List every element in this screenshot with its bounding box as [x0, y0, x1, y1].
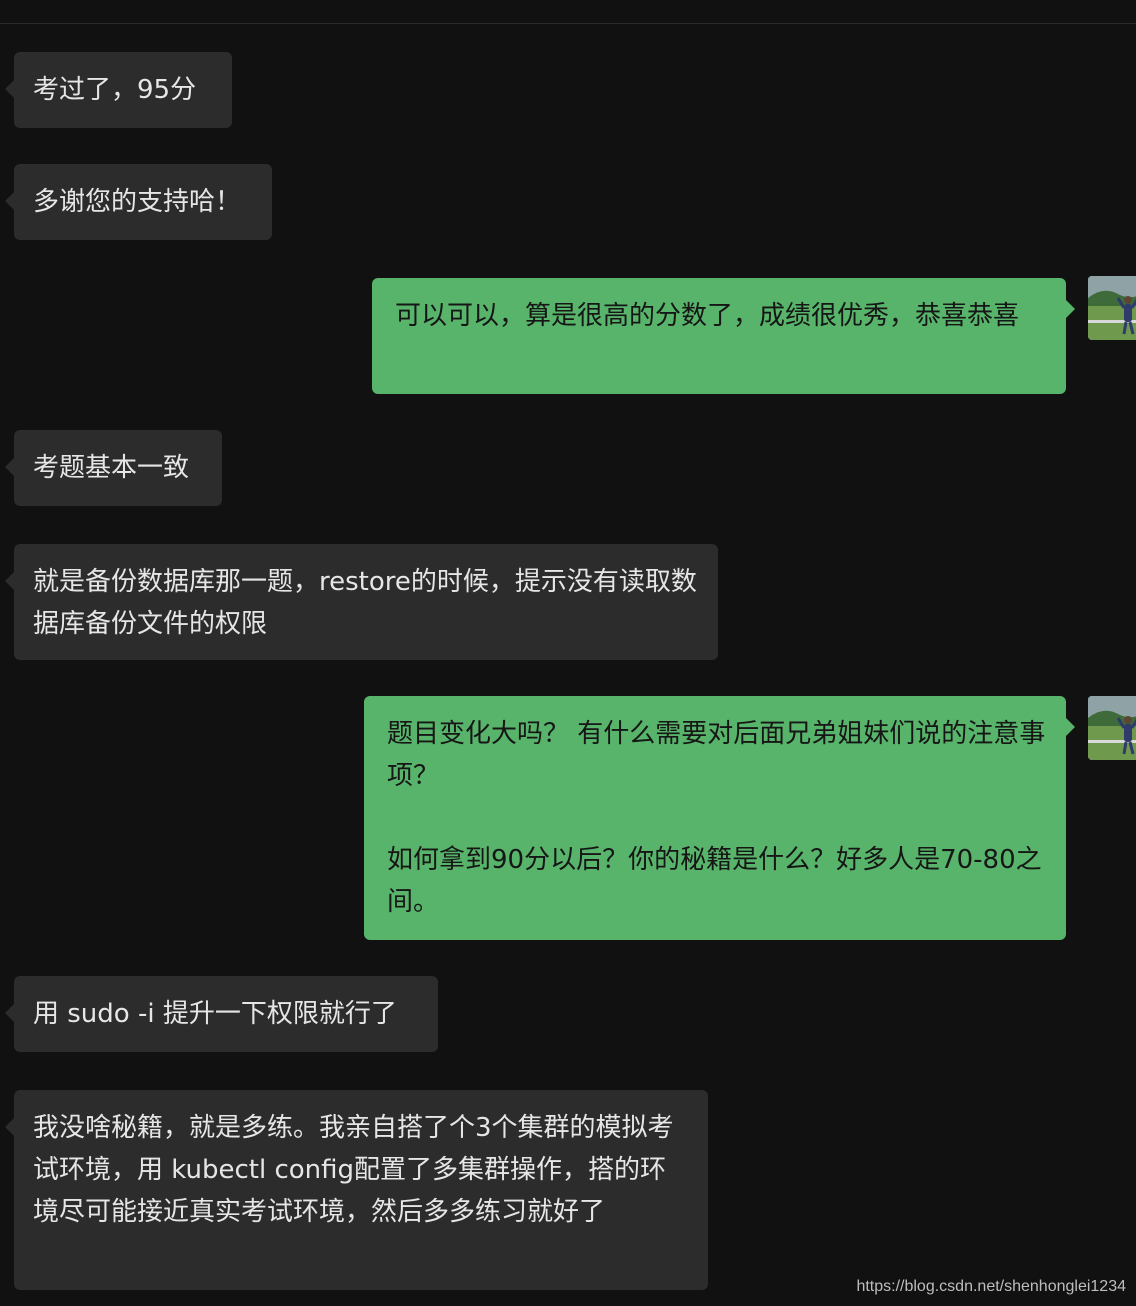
- avatar-photo-icon: [1088, 276, 1136, 340]
- top-divider: [0, 23, 1136, 24]
- message-bubble-incoming[interactable]: 多谢您的支持哈！: [5, 164, 272, 240]
- avatar-photo-icon: [1088, 696, 1136, 760]
- user-avatar[interactable]: [1088, 696, 1136, 760]
- message-bubble-incoming[interactable]: 考过了，95分: [5, 52, 232, 128]
- message-bubble-incoming[interactable]: 我没啥秘籍，就是多练。我亲自搭了个3个集群的模拟考试环境，用 kubectl c…: [5, 1090, 708, 1290]
- message-bubble-incoming[interactable]: 用 sudo -i 提升一下权限就行了: [5, 976, 438, 1052]
- watermark-url: https://blog.csdn.net/shenhonglei1234: [856, 1278, 1126, 1295]
- message-bubble-outgoing[interactable]: 题目变化大吗？ 有什么需要对后面兄弟姐妹们说的注意事项？ 如何拿到90分以后？你…: [364, 696, 1075, 940]
- message-bubble-incoming[interactable]: 就是备份数据库那一题，restore的时候，提示没有读取数据库备份文件的权限: [5, 544, 718, 660]
- message-bubble-incoming[interactable]: 考题基本一致: [5, 430, 222, 506]
- message-bubble-outgoing[interactable]: 可以可以，算是很高的分数了，成绩很优秀，恭喜恭喜: [372, 278, 1075, 394]
- user-avatar[interactable]: [1088, 276, 1136, 340]
